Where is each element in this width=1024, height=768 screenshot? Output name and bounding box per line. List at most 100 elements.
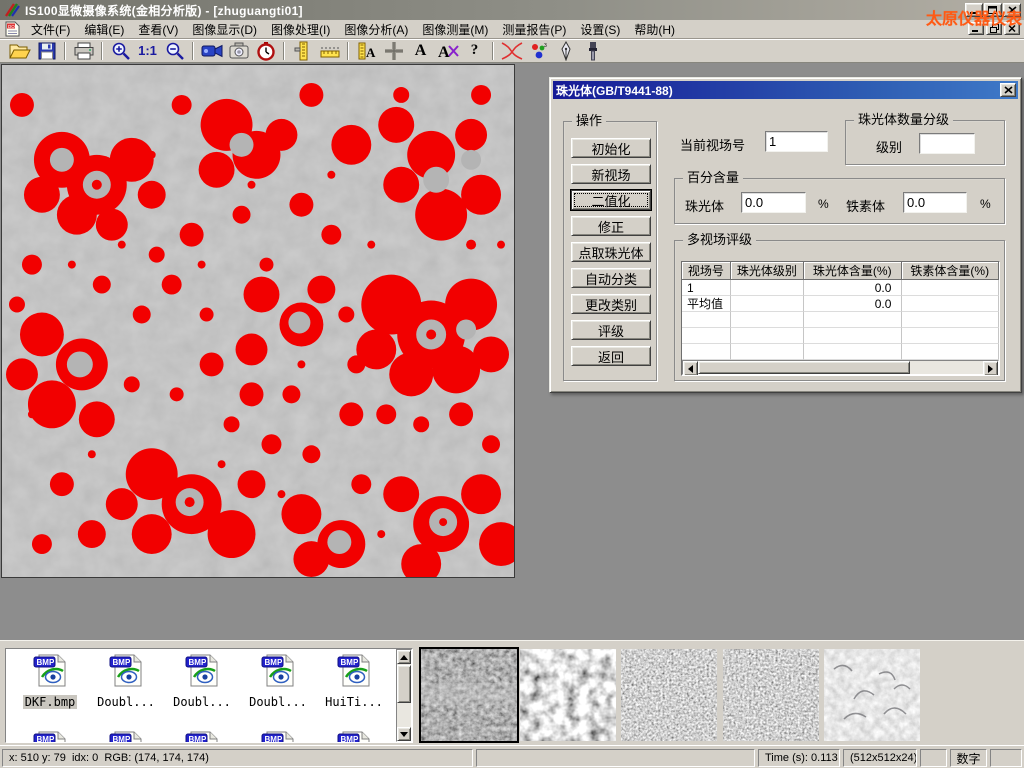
return-button[interactable]: 返回 <box>571 346 651 366</box>
toolbar-separator <box>101 42 103 60</box>
col-ferrite-content: 铁素体含量(%) <box>902 262 1000 280</box>
caliper-icon[interactable] <box>289 40 316 62</box>
table-row-empty <box>682 312 999 328</box>
menu-view[interactable]: 查看(V) <box>131 19 185 40</box>
menu-edit[interactable]: 编辑(E) <box>77 19 131 40</box>
operations-group-label: 操作 <box>572 114 606 128</box>
table-row-average[interactable]: 平均值 0.0 <box>682 296 999 312</box>
save-icon[interactable] <box>33 40 60 62</box>
app-icon <box>4 2 20 18</box>
file-item[interactable]: Doubl... <box>166 653 238 711</box>
zoom-out-icon[interactable] <box>161 40 188 62</box>
move-icon[interactable] <box>380 40 407 62</box>
close-button[interactable] <box>1003 3 1021 17</box>
file-name[interactable]: Doubl... <box>247 695 309 709</box>
hscroll-thumb[interactable] <box>698 361 910 374</box>
menu-image-display[interactable]: 图像显示(D) <box>185 19 264 40</box>
pearlite-percent-input[interactable] <box>741 192 806 213</box>
file-item[interactable]: DKF.bmp <box>14 653 86 711</box>
mdi-minimize-button[interactable] <box>968 22 984 35</box>
micrograph-image[interactable] <box>1 64 515 578</box>
window-title: IS100显微摄像系统(金相分析版) - [zhuguangti01] <box>25 2 303 19</box>
file-item-clipped[interactable] <box>166 730 238 743</box>
timer-icon[interactable] <box>252 40 279 62</box>
brush-tool-icon[interactable] <box>579 40 606 62</box>
minimize-button[interactable] <box>965 3 983 17</box>
mdi-close-button[interactable] <box>1004 22 1020 35</box>
pearlite-dialog: 珠光体(GB/T9441-88) 操作 初始化 新视场 二值化 修正 点取珠光体… <box>549 77 1022 393</box>
zoom-in-icon[interactable] <box>107 40 134 62</box>
ferrite-label: 铁素体 <box>846 196 885 215</box>
left-arrow-icon <box>684 365 693 373</box>
menu-report[interactable]: 测量报告(P) <box>495 19 573 40</box>
table-row[interactable]: 1 0.0 <box>682 280 999 296</box>
scroll-right-button[interactable] <box>983 361 998 376</box>
file-name[interactable]: DKF.bmp <box>23 695 78 709</box>
menu-file[interactable]: 文件(F) <box>24 19 77 40</box>
file-name[interactable]: HuiTi... <box>323 695 385 709</box>
vscroll-thumb[interactable] <box>397 665 411 703</box>
measure-label-icon[interactable]: A <box>353 40 380 62</box>
change-class-button[interactable]: 更改类别 <box>571 294 651 314</box>
file-item[interactable]: Doubl... <box>90 653 162 711</box>
current-field-input[interactable] <box>765 131 828 152</box>
file-list-vscrollbar[interactable] <box>396 649 412 742</box>
rate-button[interactable]: 评级 <box>571 320 651 340</box>
text-style-icon[interactable]: A <box>434 40 461 62</box>
pick-pearlite-button[interactable]: 点取珠光体 <box>571 242 651 262</box>
up-arrow-icon <box>400 651 408 660</box>
menu-image-analyze[interactable]: 图像分析(A) <box>337 19 415 40</box>
document-icon[interactable]: DOC <box>4 21 21 37</box>
status-bar: x: 510 y: 79 idx: 0 RGB: (174, 174, 174)… <box>0 745 1024 768</box>
file-item-clipped[interactable] <box>90 730 162 743</box>
mdi-restore-button[interactable] <box>986 22 1002 35</box>
new-field-button[interactable]: 新视场 <box>571 164 651 184</box>
micrograph-thumbnail[interactable] <box>723 649 819 741</box>
ferrite-percent-input[interactable] <box>903 192 967 213</box>
file-name[interactable]: Doubl... <box>171 695 233 709</box>
svg-text:3: 3 <box>544 43 547 49</box>
grade-input[interactable] <box>919 133 975 154</box>
file-item-clipped[interactable] <box>242 730 314 743</box>
dialog-close-button[interactable] <box>1000 83 1016 97</box>
col-field-number: 视场号 <box>682 262 731 280</box>
file-item[interactable]: Doubl... <box>242 653 314 711</box>
table-hscrollbar[interactable] <box>682 360 999 375</box>
correct-button[interactable]: 修正 <box>571 216 651 236</box>
bmp-file-icon <box>109 653 143 688</box>
print-icon[interactable] <box>70 40 97 62</box>
file-item-clipped[interactable] <box>318 730 390 743</box>
bmp-file-icon <box>337 653 371 688</box>
help-icon[interactable]: ? <box>461 40 488 62</box>
scroll-up-button[interactable] <box>397 650 411 664</box>
micrograph-thumbnail[interactable] <box>421 649 517 741</box>
particle-classify-icon[interactable]: 3 <box>525 40 552 62</box>
menu-settings[interactable]: 设置(S) <box>573 19 627 40</box>
init-button[interactable]: 初始化 <box>571 138 651 158</box>
scroll-left-button[interactable] <box>683 361 698 376</box>
micrograph-thumbnail[interactable] <box>520 649 616 741</box>
restore-icon <box>990 24 999 33</box>
menu-help[interactable]: 帮助(H) <box>627 19 682 40</box>
binarize-button[interactable]: 二值化 <box>571 190 651 210</box>
menu-image-measure[interactable]: 图像测量(M) <box>415 19 495 40</box>
micrograph-thumbnail[interactable] <box>621 649 717 741</box>
actual-size-icon[interactable]: 1:1 <box>134 40 161 62</box>
menu-image-process[interactable]: 图像处理(I) <box>264 19 337 40</box>
capture-camera-icon[interactable] <box>225 40 252 62</box>
dialog-title-bar[interactable]: 珠光体(GB/T9441-88) <box>553 81 1018 99</box>
micrograph-thumbnail[interactable] <box>824 649 920 741</box>
status-empty-panel <box>476 749 755 767</box>
file-item-clipped[interactable] <box>14 730 86 743</box>
curve-tool-icon[interactable] <box>498 40 525 62</box>
open-file-icon[interactable] <box>6 40 33 62</box>
file-item[interactable]: HuiTi... <box>318 653 390 711</box>
auto-classify-button[interactable]: 自动分类 <box>571 268 651 288</box>
text-icon[interactable]: A <box>407 40 434 62</box>
pen-tool-icon[interactable] <box>552 40 579 62</box>
video-camera-icon[interactable] <box>198 40 225 62</box>
scroll-down-button[interactable] <box>397 727 411 741</box>
maximize-button[interactable] <box>984 3 1002 17</box>
file-name[interactable]: Doubl... <box>95 695 157 709</box>
ruler-icon[interactable] <box>316 40 343 62</box>
